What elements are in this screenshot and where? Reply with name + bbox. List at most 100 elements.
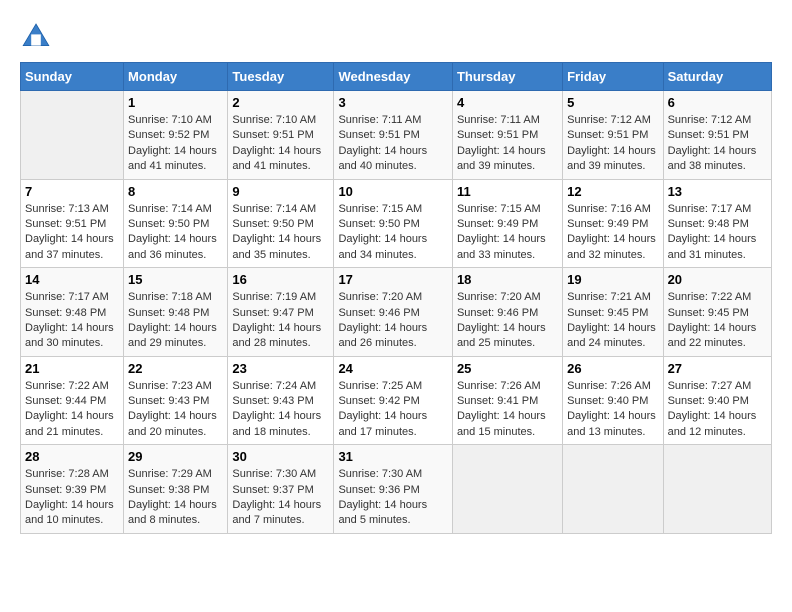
sunset: Sunset: 9:49 PM bbox=[457, 218, 538, 230]
sunset: Sunset: 9:40 PM bbox=[567, 395, 648, 407]
daylight: Daylight: 14 hours and 40 minutes. bbox=[338, 145, 427, 172]
day-info: Sunrise: 7:18 AM Sunset: 9:48 PM Dayligh… bbox=[128, 290, 223, 352]
day-number: 16 bbox=[232, 272, 329, 287]
day-number: 20 bbox=[668, 272, 767, 287]
sunrise: Sunrise: 7:25 AM bbox=[338, 380, 422, 392]
day-number: 21 bbox=[25, 361, 119, 376]
day-cell: 24 Sunrise: 7:25 AM Sunset: 9:42 PM Dayl… bbox=[334, 356, 453, 445]
day-cell: 30 Sunrise: 7:30 AM Sunset: 9:37 PM Dayl… bbox=[228, 445, 334, 534]
daylight: Daylight: 14 hours and 28 minutes. bbox=[232, 322, 321, 349]
sunset: Sunset: 9:43 PM bbox=[232, 395, 313, 407]
daylight: Daylight: 14 hours and 20 minutes. bbox=[128, 410, 217, 437]
week-row-4: 21 Sunrise: 7:22 AM Sunset: 9:44 PM Dayl… bbox=[21, 356, 772, 445]
daylight: Daylight: 14 hours and 12 minutes. bbox=[668, 410, 757, 437]
sunrise: Sunrise: 7:29 AM bbox=[128, 468, 212, 480]
day-number: 22 bbox=[128, 361, 223, 376]
daylight: Daylight: 14 hours and 41 minutes. bbox=[128, 145, 217, 172]
day-info: Sunrise: 7:11 AM Sunset: 9:51 PM Dayligh… bbox=[457, 113, 558, 175]
day-cell: 16 Sunrise: 7:19 AM Sunset: 9:47 PM Dayl… bbox=[228, 268, 334, 357]
day-number: 2 bbox=[232, 95, 329, 110]
daylight: Daylight: 14 hours and 5 minutes. bbox=[338, 499, 427, 526]
sunrise: Sunrise: 7:15 AM bbox=[457, 203, 541, 215]
day-cell bbox=[563, 445, 663, 534]
day-info: Sunrise: 7:14 AM Sunset: 9:50 PM Dayligh… bbox=[232, 202, 329, 264]
daylight: Daylight: 14 hours and 36 minutes. bbox=[128, 233, 217, 260]
sunrise: Sunrise: 7:22 AM bbox=[668, 291, 752, 303]
sunset: Sunset: 9:51 PM bbox=[25, 218, 106, 230]
sunset: Sunset: 9:51 PM bbox=[567, 129, 648, 141]
day-number: 19 bbox=[567, 272, 658, 287]
day-info: Sunrise: 7:27 AM Sunset: 9:40 PM Dayligh… bbox=[668, 379, 767, 441]
day-number: 1 bbox=[128, 95, 223, 110]
day-cell: 4 Sunrise: 7:11 AM Sunset: 9:51 PM Dayli… bbox=[452, 91, 562, 180]
header-day-friday: Friday bbox=[563, 63, 663, 91]
day-number: 17 bbox=[338, 272, 448, 287]
sunrise: Sunrise: 7:20 AM bbox=[457, 291, 541, 303]
day-number: 14 bbox=[25, 272, 119, 287]
sunrise: Sunrise: 7:17 AM bbox=[25, 291, 109, 303]
header-day-thursday: Thursday bbox=[452, 63, 562, 91]
daylight: Daylight: 14 hours and 41 minutes. bbox=[232, 145, 321, 172]
day-number: 13 bbox=[668, 184, 767, 199]
day-info: Sunrise: 7:22 AM Sunset: 9:45 PM Dayligh… bbox=[668, 290, 767, 352]
day-cell: 8 Sunrise: 7:14 AM Sunset: 9:50 PM Dayli… bbox=[124, 179, 228, 268]
sunrise: Sunrise: 7:11 AM bbox=[338, 114, 421, 126]
day-info: Sunrise: 7:19 AM Sunset: 9:47 PM Dayligh… bbox=[232, 290, 329, 352]
sunset: Sunset: 9:51 PM bbox=[668, 129, 749, 141]
day-info: Sunrise: 7:30 AM Sunset: 9:37 PM Dayligh… bbox=[232, 467, 329, 529]
daylight: Daylight: 14 hours and 22 minutes. bbox=[668, 322, 757, 349]
header-day-sunday: Sunday bbox=[21, 63, 124, 91]
sunset: Sunset: 9:49 PM bbox=[567, 218, 648, 230]
day-cell: 18 Sunrise: 7:20 AM Sunset: 9:46 PM Dayl… bbox=[452, 268, 562, 357]
day-number: 10 bbox=[338, 184, 448, 199]
sunset: Sunset: 9:47 PM bbox=[232, 307, 313, 319]
sunset: Sunset: 9:45 PM bbox=[668, 307, 749, 319]
sunrise: Sunrise: 7:10 AM bbox=[128, 114, 212, 126]
sunrise: Sunrise: 7:13 AM bbox=[25, 203, 109, 215]
day-info: Sunrise: 7:28 AM Sunset: 9:39 PM Dayligh… bbox=[25, 467, 119, 529]
day-info: Sunrise: 7:21 AM Sunset: 9:45 PM Dayligh… bbox=[567, 290, 658, 352]
day-number: 7 bbox=[25, 184, 119, 199]
daylight: Daylight: 14 hours and 39 minutes. bbox=[457, 145, 546, 172]
day-info: Sunrise: 7:11 AM Sunset: 9:51 PM Dayligh… bbox=[338, 113, 448, 175]
daylight: Daylight: 14 hours and 18 minutes. bbox=[232, 410, 321, 437]
day-cell: 20 Sunrise: 7:22 AM Sunset: 9:45 PM Dayl… bbox=[663, 268, 771, 357]
header-row: SundayMondayTuesdayWednesdayThursdayFrid… bbox=[21, 63, 772, 91]
sunset: Sunset: 9:48 PM bbox=[128, 307, 209, 319]
sunrise: Sunrise: 7:23 AM bbox=[128, 380, 212, 392]
daylight: Daylight: 14 hours and 34 minutes. bbox=[338, 233, 427, 260]
week-row-3: 14 Sunrise: 7:17 AM Sunset: 9:48 PM Dayl… bbox=[21, 268, 772, 357]
day-info: Sunrise: 7:25 AM Sunset: 9:42 PM Dayligh… bbox=[338, 379, 448, 441]
day-info: Sunrise: 7:13 AM Sunset: 9:51 PM Dayligh… bbox=[25, 202, 119, 264]
day-info: Sunrise: 7:16 AM Sunset: 9:49 PM Dayligh… bbox=[567, 202, 658, 264]
day-number: 12 bbox=[567, 184, 658, 199]
sunrise: Sunrise: 7:16 AM bbox=[567, 203, 651, 215]
sunset: Sunset: 9:52 PM bbox=[128, 129, 209, 141]
sunset: Sunset: 9:42 PM bbox=[338, 395, 419, 407]
day-info: Sunrise: 7:12 AM Sunset: 9:51 PM Dayligh… bbox=[567, 113, 658, 175]
day-number: 24 bbox=[338, 361, 448, 376]
daylight: Daylight: 14 hours and 13 minutes. bbox=[567, 410, 656, 437]
sunset: Sunset: 9:48 PM bbox=[25, 307, 106, 319]
sunrise: Sunrise: 7:14 AM bbox=[232, 203, 316, 215]
day-number: 27 bbox=[668, 361, 767, 376]
sunrise: Sunrise: 7:21 AM bbox=[567, 291, 651, 303]
page-header bbox=[20, 20, 772, 52]
day-cell: 27 Sunrise: 7:27 AM Sunset: 9:40 PM Dayl… bbox=[663, 356, 771, 445]
header-day-saturday: Saturday bbox=[663, 63, 771, 91]
sunset: Sunset: 9:38 PM bbox=[128, 484, 209, 496]
day-cell: 6 Sunrise: 7:12 AM Sunset: 9:51 PM Dayli… bbox=[663, 91, 771, 180]
day-cell: 3 Sunrise: 7:11 AM Sunset: 9:51 PM Dayli… bbox=[334, 91, 453, 180]
sunrise: Sunrise: 7:10 AM bbox=[232, 114, 316, 126]
sunset: Sunset: 9:50 PM bbox=[128, 218, 209, 230]
sunset: Sunset: 9:51 PM bbox=[338, 129, 419, 141]
sunrise: Sunrise: 7:18 AM bbox=[128, 291, 212, 303]
day-cell: 11 Sunrise: 7:15 AM Sunset: 9:49 PM Dayl… bbox=[452, 179, 562, 268]
sunrise: Sunrise: 7:30 AM bbox=[232, 468, 316, 480]
logo bbox=[20, 20, 56, 52]
daylight: Daylight: 14 hours and 35 minutes. bbox=[232, 233, 321, 260]
daylight: Daylight: 14 hours and 7 minutes. bbox=[232, 499, 321, 526]
sunrise: Sunrise: 7:26 AM bbox=[457, 380, 541, 392]
sunrise: Sunrise: 7:11 AM bbox=[457, 114, 540, 126]
day-cell: 5 Sunrise: 7:12 AM Sunset: 9:51 PM Dayli… bbox=[563, 91, 663, 180]
